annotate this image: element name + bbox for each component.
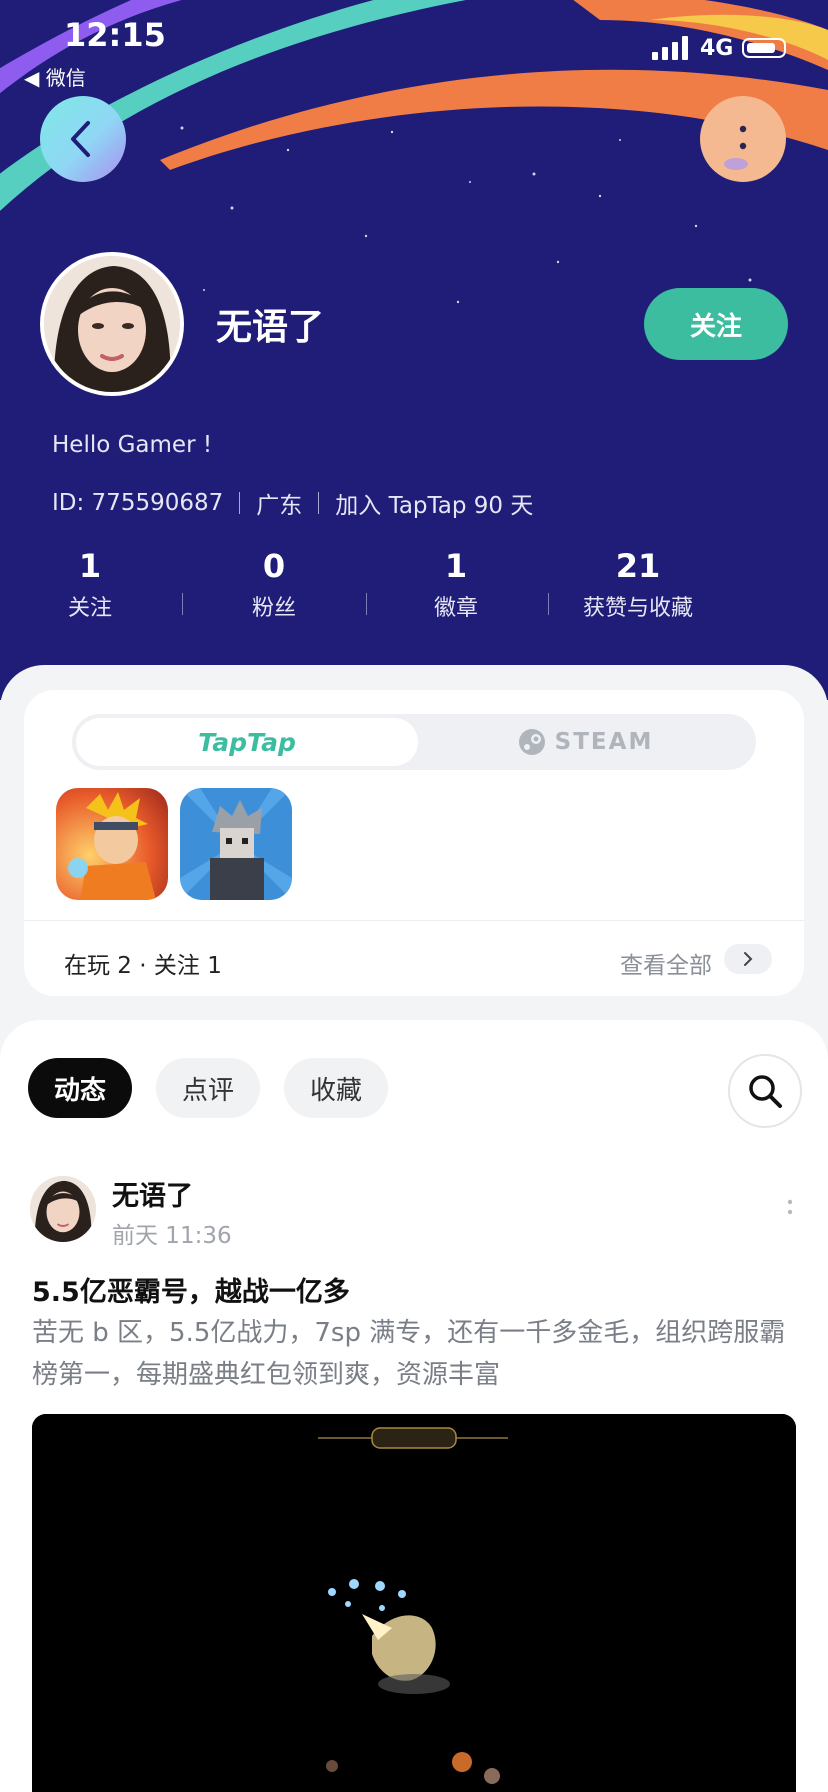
pixel-warrior-game-icon[interactable] bbox=[180, 788, 292, 900]
stat-label: 获赞与收藏 bbox=[582, 596, 693, 621]
meta-divider bbox=[318, 492, 320, 514]
pixel-warrior-game-art bbox=[180, 788, 292, 900]
status-bar: 12:15 ◀ 微信 4G bbox=[0, 0, 828, 90]
post-body[interactable]: 苦无 b 区，5.5亿战力，7sp 满专，还有一千多金毛，组织跨服霸榜第一，每期… bbox=[32, 1312, 802, 1396]
network-type: 4G bbox=[700, 36, 734, 61]
stat-value: 1 bbox=[78, 547, 102, 585]
search-button[interactable] bbox=[728, 1054, 802, 1128]
profile-id: ID: 775590687 bbox=[52, 490, 224, 516]
stat-label: 徽章 bbox=[433, 596, 478, 621]
search-icon bbox=[749, 1075, 782, 1108]
stat-divider bbox=[182, 593, 183, 615]
stat-label: 粉丝 bbox=[251, 596, 296, 621]
profile-bio: Hello Gamer ! bbox=[52, 432, 213, 458]
tab-activity[interactable]: 动态 bbox=[28, 1058, 132, 1118]
naruto-game-icon[interactable] bbox=[56, 788, 168, 900]
stat-following[interactable]: 1 关注 bbox=[0, 546, 180, 622]
tab-taptap[interactable]: TapTap bbox=[76, 718, 418, 766]
signal-icon bbox=[652, 36, 688, 60]
tab-steam-label: STEAM bbox=[554, 729, 654, 755]
stat-divider bbox=[548, 593, 549, 615]
stat-label: 关注 bbox=[67, 596, 112, 621]
meta-divider bbox=[239, 492, 241, 514]
back-to-wechat-link[interactable]: ◀ 微信 bbox=[24, 62, 86, 91]
tab-reviews[interactable]: 点评 bbox=[156, 1058, 260, 1118]
post-author-avatar[interactable] bbox=[30, 1176, 96, 1242]
back-button[interactable] bbox=[40, 96, 126, 182]
post-title[interactable]: 5.5亿恶霸号，越战一亿多 bbox=[32, 1270, 350, 1309]
avatar[interactable] bbox=[40, 252, 184, 396]
follow-button[interactable]: 关注 bbox=[644, 288, 788, 360]
post-image[interactable] bbox=[32, 1414, 796, 1792]
profile-meta: ID: 775590687 广东 加入 TapTap 90 天 bbox=[52, 486, 533, 520]
profile-joined: 加入 TapTap 90 天 bbox=[335, 493, 534, 519]
see-all-link[interactable]: 查看全部 bbox=[620, 946, 712, 980]
more-button[interactable] bbox=[700, 96, 786, 182]
post-timestamp: 前天 11:36 bbox=[112, 1223, 232, 1249]
status-time: 12:15 bbox=[64, 16, 166, 54]
chevron-right-icon bbox=[744, 952, 753, 966]
chevron-left-icon bbox=[71, 121, 90, 157]
post-author-name[interactable]: 无语了 bbox=[112, 1174, 193, 1213]
card-divider bbox=[24, 920, 804, 921]
post-more-icon[interactable] bbox=[780, 1196, 800, 1226]
stat-value: 21 bbox=[615, 547, 661, 585]
see-all-button[interactable] bbox=[724, 944, 772, 974]
stat-value: 1 bbox=[444, 547, 468, 585]
stat-value: 0 bbox=[262, 547, 286, 585]
profile-location: 广东 bbox=[256, 493, 303, 519]
game-screenshot-art bbox=[32, 1414, 796, 1792]
post-avatar-portrait bbox=[30, 1176, 96, 1242]
stat-divider bbox=[366, 593, 367, 615]
stat-likes-favorites[interactable]: 21 获赞与收藏 bbox=[548, 546, 728, 622]
profile-nickname: 无语了 bbox=[216, 307, 325, 348]
battery-icon bbox=[742, 38, 786, 58]
naruto-game-art bbox=[56, 788, 168, 900]
games-summary: 在玩 2 · 关注 1 bbox=[64, 953, 222, 979]
stat-followers[interactable]: 0 粉丝 bbox=[184, 546, 364, 622]
steam-icon bbox=[518, 729, 545, 755]
avatar-portrait bbox=[44, 256, 180, 392]
stat-badges[interactable]: 1 徽章 bbox=[366, 546, 546, 622]
profile-hero: 12:15 ◀ 微信 4G 无语了 关注 Hello Gamer ! ID: 7… bbox=[0, 0, 828, 700]
more-vertical-icon bbox=[724, 125, 748, 170]
profile-stats: 1 关注 0 粉丝 1 徽章 21 获赞与收藏 bbox=[0, 546, 828, 626]
tab-steam[interactable]: STEAM bbox=[418, 718, 752, 766]
tab-favorites[interactable]: 收藏 bbox=[284, 1058, 388, 1118]
